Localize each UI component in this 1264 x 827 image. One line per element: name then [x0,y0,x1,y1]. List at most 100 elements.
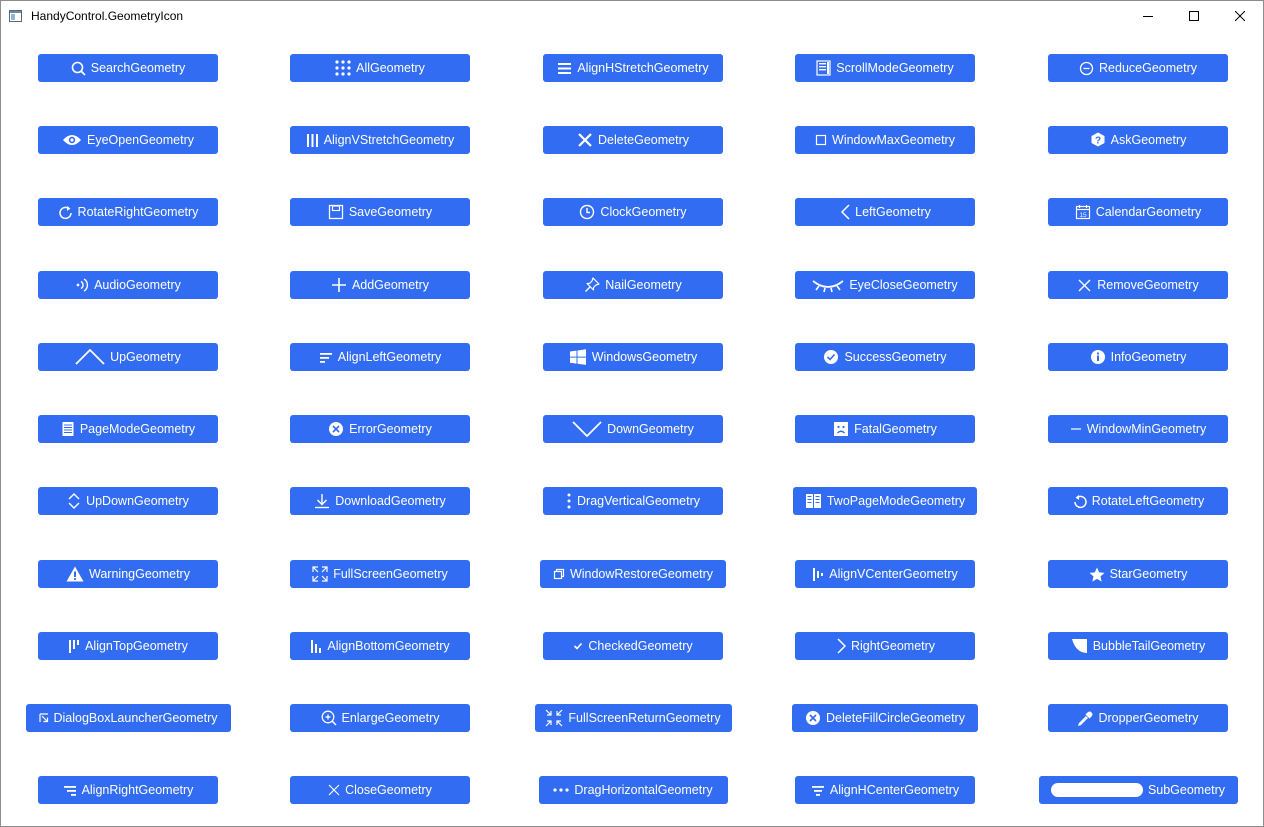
button-label: BubbleTailGeometry [1092,639,1206,653]
geometry-button-nail[interactable]: NailGeometry [543,271,723,299]
align-bottom-icon [310,639,322,654]
geometry-button-success[interactable]: SuccessGeometry [795,343,975,371]
minimize-icon [1143,11,1153,21]
geometry-button-save[interactable]: SaveGeometry [290,198,470,226]
geometry-button-drag-horizontal[interactable]: DragHorizontalGeometry [538,776,728,804]
button-label: RotateLeftGeometry [1091,494,1205,508]
geometry-button-add[interactable]: AddGeometry [290,271,470,299]
align-right-icon [63,784,77,797]
geometry-button-warning[interactable]: WarningGeometry [38,560,218,588]
geometry-button-align-v-stretch[interactable]: AlignVStretchGeometry [290,126,470,154]
geometry-button-align-right[interactable]: AlignRightGeometry [38,776,218,804]
geometry-button-up[interactable]: UpGeometry [38,343,218,371]
geometry-button-dropper[interactable]: DropperGeometry [1048,704,1228,732]
geometry-button-align-left[interactable]: AlignLeftGeometry [290,343,470,371]
title-bar[interactable]: HandyControl.GeometryIcon [1,1,1263,31]
geometry-button-align-h-center[interactable]: AlignHCenterGeometry [795,776,975,804]
geometry-button-search[interactable]: SearchGeometry [38,54,218,82]
geometry-button-close[interactable]: CloseGeometry [290,776,470,804]
button-label: RemoveGeometry [1097,278,1199,292]
geometry-button-fatal[interactable]: FatalGeometry [795,415,975,443]
geometry-button-window-min[interactable]: WindowMinGeometry [1048,415,1228,443]
reduce-icon [1079,61,1094,76]
align-v-stretch-icon [306,133,319,148]
geometry-button-align-h-stretch[interactable]: AlignHStretchGeometry [543,54,723,82]
geometry-button-info[interactable]: InfoGeometry [1048,343,1228,371]
button-label: EnlargeGeometry [341,711,440,725]
geometry-button-ask[interactable]: ? AskGeometry [1048,126,1228,154]
minimize-button[interactable] [1125,1,1171,31]
geometry-button-align-top[interactable]: AlignTopGeometry [38,632,218,660]
geometry-button-align-v-center[interactable]: AlignVCenterGeometry [795,560,975,588]
geometry-button-up-down[interactable]: UpDownGeometry [38,487,218,515]
bubble-tail-icon [1071,638,1088,654]
button-label: StarGeometry [1109,567,1188,581]
geometry-button-right[interactable]: RightGeometry [795,632,975,660]
button-label: RightGeometry [850,639,936,653]
geometry-button-windows[interactable]: WindowsGeometry [543,343,723,371]
remove-icon [1077,278,1092,293]
geometry-button-delete[interactable]: DeleteGeometry [543,126,723,154]
geometry-button-all[interactable]: AllGeometry [290,54,470,82]
close-button[interactable] [1217,1,1263,31]
geometry-button-download[interactable]: DownloadGeometry [290,487,470,515]
window-min-icon [1070,421,1082,437]
geometry-button-two-page-mode[interactable]: TwoPageModeGeometry [793,487,977,515]
align-top-icon [68,639,80,654]
button-label: EyeCloseGeometry [849,278,958,292]
full-screen-return-icon [545,709,563,727]
geometry-button-calendar[interactable]: 15 CalendarGeometry [1048,198,1228,226]
geometry-button-rotate-right[interactable]: RotateRightGeometry [38,198,218,226]
geometry-button-full-screen-return[interactable]: FullScreenReturnGeometry [534,704,732,732]
rotate-right-icon [58,205,73,220]
button-label: WindowRestoreGeometry [569,567,714,581]
geometry-button-scroll-mode[interactable]: ScrollModeGeometry [795,54,975,82]
button-label: SearchGeometry [90,61,186,75]
sub-icon [1050,783,1143,797]
geometry-button-down[interactable]: DownGeometry [543,415,723,443]
geometry-button-checked[interactable]: CheckedGeometry [543,632,723,660]
geometry-button-eye-open[interactable]: EyeOpenGeometry [38,126,218,154]
geometry-button-clock[interactable]: ClockGeometry [543,198,723,226]
button-label: EyeOpenGeometry [87,133,194,147]
maximize-button[interactable] [1171,1,1217,31]
geometry-button-dialog-box-launcher[interactable]: DialogBoxLauncherGeometry [25,704,231,732]
enlarge-icon [321,710,337,726]
geometry-button-drag-vertical[interactable]: DragVerticalGeometry [543,487,723,515]
geometry-button-align-bottom[interactable]: AlignBottomGeometry [290,632,470,660]
button-label: ScrollModeGeometry [836,61,954,75]
search-icon [71,61,86,76]
geometry-button-window-max[interactable]: WindowMaxGeometry [795,126,975,154]
save-icon [328,204,344,220]
geometry-button-sub[interactable]: SubGeometry [1038,776,1238,804]
align-h-center-icon [811,784,825,797]
geometry-button-error[interactable]: ErrorGeometry [290,415,470,443]
align-v-center-icon [812,567,824,582]
two-page-mode-icon [805,493,822,509]
geometry-button-eye-close[interactable]: EyeCloseGeometry [795,271,975,299]
button-label: DownloadGeometry [335,494,446,508]
button-label: AlignRightGeometry [81,783,194,797]
button-label: UpGeometry [110,350,181,364]
maximize-icon [1189,11,1199,21]
geometry-button-audio[interactable]: AudioGeometry [38,271,218,299]
button-label: DownGeometry [607,422,694,436]
geometry-button-remove[interactable]: RemoveGeometry [1048,271,1228,299]
geometry-button-delete-fill-circle[interactable]: DeleteFillCircleGeometry [792,704,978,732]
geometry-button-rotate-left[interactable]: RotateLeftGeometry [1048,487,1228,515]
button-label: AddGeometry [351,278,430,292]
button-label: TwoPageModeGeometry [826,494,966,508]
button-label: AlignBottomGeometry [327,639,450,653]
geometry-button-star[interactable]: StarGeometry [1048,560,1228,588]
geometry-button-reduce[interactable]: ReduceGeometry [1048,54,1228,82]
geometry-button-window-restore[interactable]: WindowRestoreGeometry [540,560,726,588]
geometry-button-full-screen[interactable]: FullScreenGeometry [290,560,470,588]
geometry-button-page-mode[interactable]: PageModeGeometry [38,415,218,443]
geometry-button-enlarge[interactable]: EnlargeGeometry [290,704,470,732]
geometry-button-left[interactable]: LeftGeometry [795,198,975,226]
down-icon [572,421,602,437]
audio-icon [75,277,89,293]
window-max-icon [815,134,827,146]
warning-icon [66,566,84,582]
geometry-button-bubble-tail[interactable]: BubbleTailGeometry [1048,632,1228,660]
